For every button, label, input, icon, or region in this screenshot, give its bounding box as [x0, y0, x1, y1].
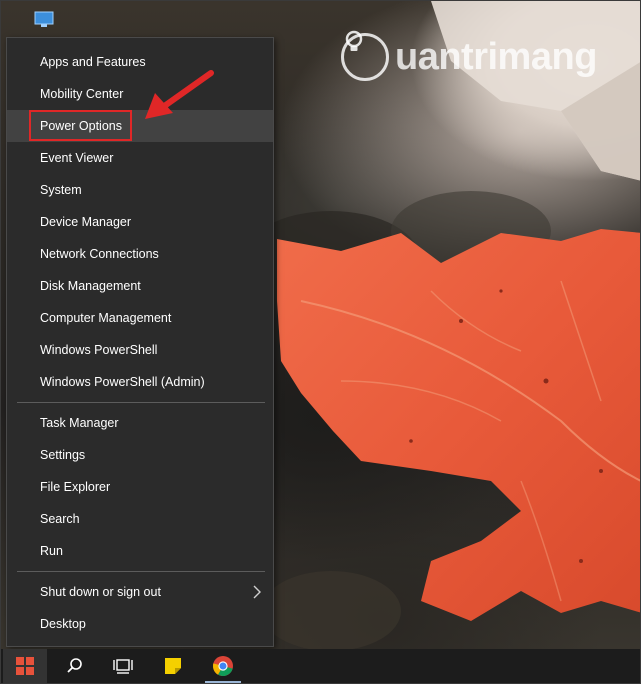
menu-item-mobility-center[interactable]: Mobility Center [7, 78, 273, 110]
menu-item-label: Task Manager [40, 416, 119, 430]
menu-item-label: Event Viewer [40, 151, 114, 165]
menu-item-disk-management[interactable]: Disk Management [7, 270, 273, 302]
menu-item-apps-and-features[interactable]: Apps and Features [7, 46, 273, 78]
screenshot-frame: uantrimang Apps and Features Mobility Cen… [0, 0, 641, 684]
menu-item-label: System [40, 183, 82, 197]
menu-item-shut-down-or-sign-out[interactable]: Shut down or sign out [7, 576, 273, 608]
menu-item-label: Device Manager [40, 215, 132, 229]
menu-item-label: Mobility Center [40, 87, 124, 101]
menu-separator [17, 402, 265, 403]
menu-item-network-connections[interactable]: Network Connections [7, 238, 273, 270]
taskbar [1, 649, 640, 683]
menu-item-label: Power Options [40, 119, 122, 133]
search-button[interactable] [53, 649, 97, 683]
menu-item-device-manager[interactable]: Device Manager [7, 206, 273, 238]
chrome-icon [212, 656, 233, 677]
menu-item-search[interactable]: Search [7, 503, 273, 535]
task-view-icon [113, 659, 133, 674]
menu-item-label: Desktop [40, 617, 86, 631]
menu-item-run[interactable]: Run [7, 535, 273, 567]
menu-item-computer-management[interactable]: Computer Management [7, 302, 273, 334]
sticky-notes-icon [165, 658, 181, 674]
chrome-taskbar-button[interactable] [201, 649, 245, 683]
menu-item-label: Disk Management [40, 279, 141, 293]
watermark-logo: uantrimang [341, 29, 597, 85]
menu-item-label: Apps and Features [40, 55, 146, 69]
menu-item-label: Computer Management [40, 311, 172, 325]
menu-item-label: Network Connections [40, 247, 159, 261]
menu-item-windows-powershell[interactable]: Windows PowerShell [7, 334, 273, 366]
menu-item-power-options[interactable]: Power Options [7, 110, 273, 142]
menu-item-label: Search [40, 512, 80, 526]
menu-item-label: Shut down or sign out [40, 585, 161, 599]
windows-logo-icon [16, 657, 34, 675]
menu-item-label: Windows PowerShell [40, 343, 158, 357]
sticky-notes-button[interactable] [151, 649, 195, 683]
menu-item-settings[interactable]: Settings [7, 439, 273, 471]
menu-separator [17, 571, 265, 572]
menu-item-file-explorer[interactable]: File Explorer [7, 471, 273, 503]
red-arrow-annotation [145, 70, 214, 119]
task-view-button[interactable] [101, 649, 145, 683]
menu-item-label: Settings [40, 448, 86, 462]
search-icon [67, 658, 82, 673]
menu-item-label: Run [40, 544, 63, 558]
menu-item-desktop[interactable]: Desktop [7, 608, 273, 640]
menu-item-label: Windows PowerShell (Admin) [40, 375, 205, 389]
menu-item-event-viewer[interactable]: Event Viewer [7, 142, 273, 174]
menu-item-system[interactable]: System [7, 174, 273, 206]
this-pc-desktop-icon[interactable] [33, 9, 55, 31]
winx-context-menu: Apps and Features Mobility Center Power Op… [6, 37, 274, 647]
menu-item-windows-powershell-admin[interactable]: Windows PowerShell (Admin) [7, 366, 273, 398]
menu-item-label: File Explorer [40, 480, 111, 494]
menu-item-task-manager[interactable]: Task Manager [7, 407, 273, 439]
lightbulb-icon [341, 30, 389, 81]
start-button[interactable] [3, 649, 47, 683]
watermark-text: uantrimang [395, 35, 597, 78]
chevron-right-icon [253, 585, 261, 599]
